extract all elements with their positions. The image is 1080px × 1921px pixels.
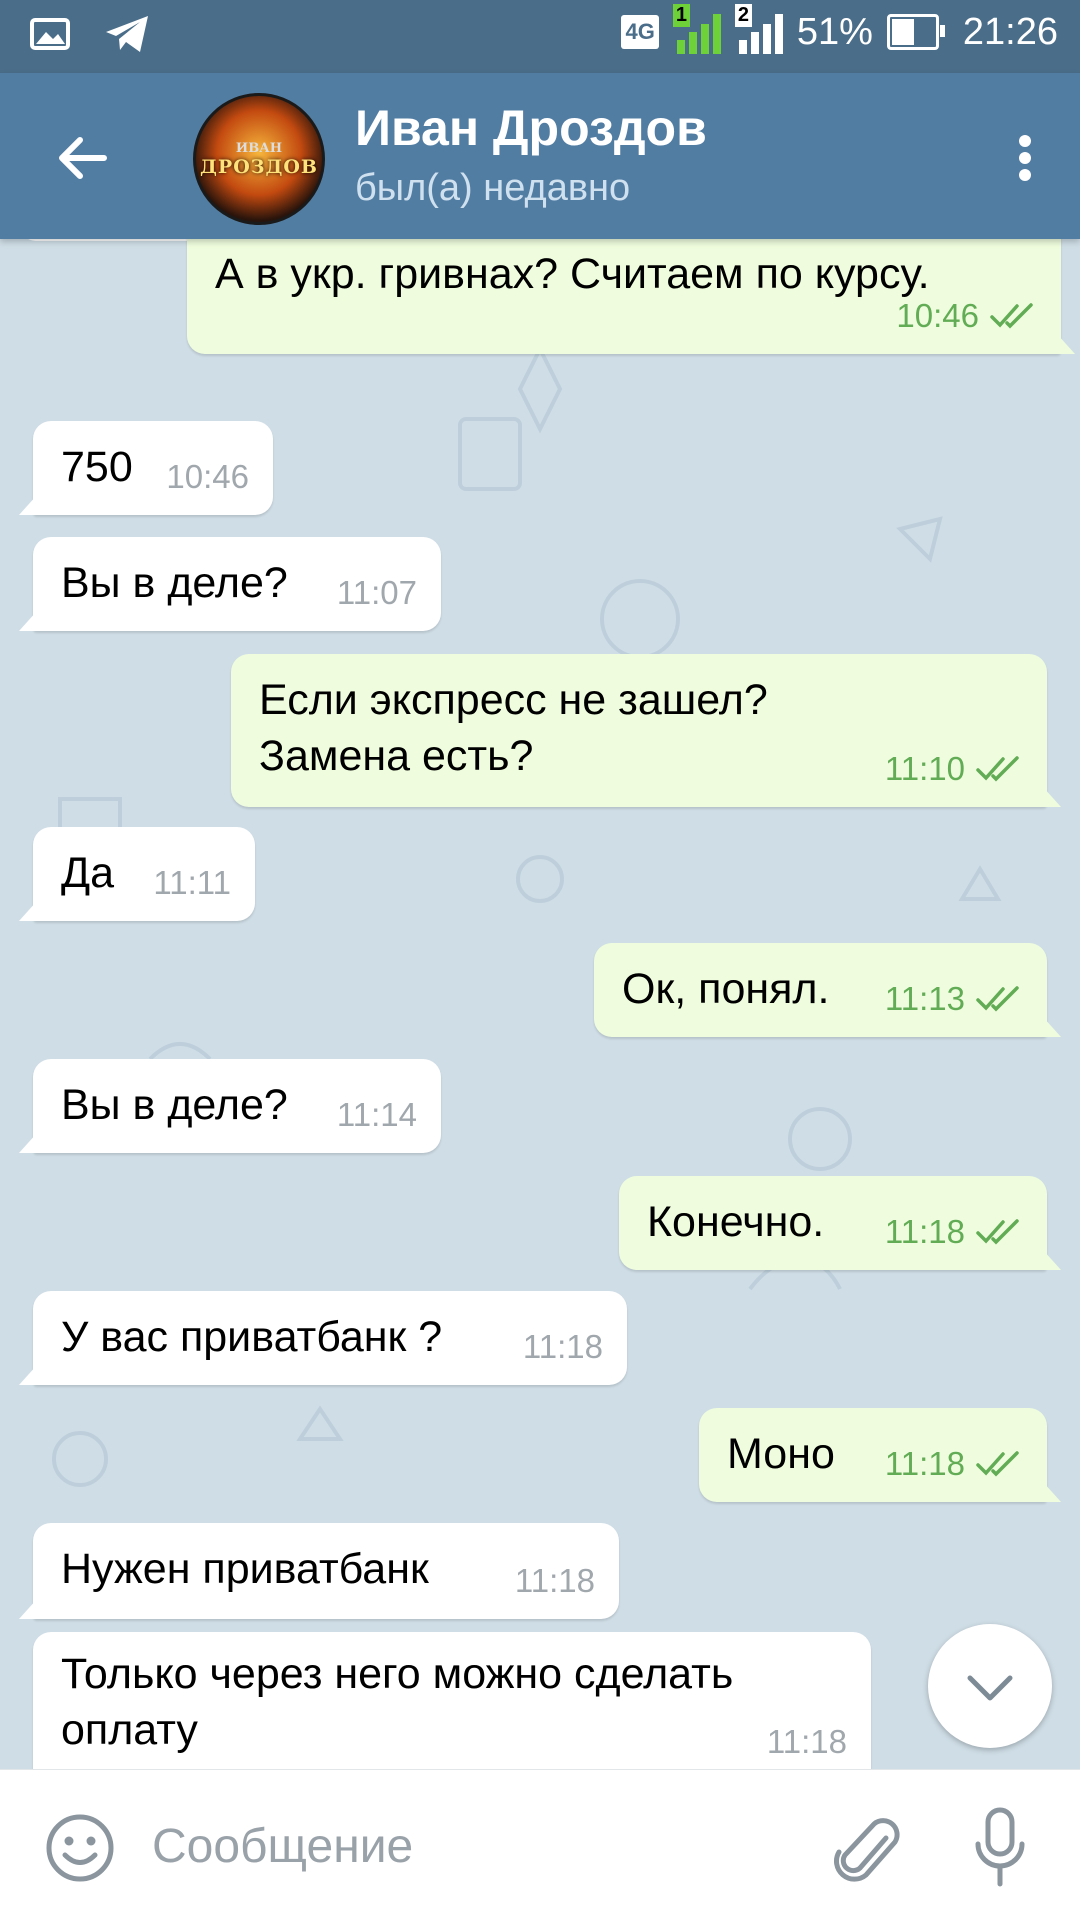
double-check-icon bbox=[976, 1219, 1019, 1245]
battery-icon bbox=[886, 14, 945, 50]
message-time: 11:18 bbox=[884, 1213, 965, 1250]
message-text: Моно bbox=[727, 1430, 835, 1478]
message-text: Нужен приватбанк bbox=[61, 1545, 429, 1593]
message-time: 11:18 bbox=[766, 1723, 847, 1760]
message-time: 10:46 bbox=[896, 297, 979, 334]
telegram-icon bbox=[106, 16, 148, 52]
double-check-icon bbox=[976, 756, 1019, 782]
status-bar: 4G 1 2 51% 21:26 bbox=[0, 0, 1080, 73]
message-text: У вас приватбанк ? bbox=[61, 1313, 443, 1361]
message-time: 11:10 bbox=[884, 750, 965, 787]
message-composer bbox=[0, 1769, 1080, 1921]
message-text: Если экспресс не зашел? Замена есть? bbox=[259, 676, 768, 780]
message-bubble-outgoing[interactable]: Конечно. 11:18 bbox=[619, 1176, 1061, 1270]
message-bubble-incoming[interactable]: Да 11:11 bbox=[19, 827, 255, 921]
message-time: 11:11 bbox=[153, 864, 231, 901]
message-time: 11:13 bbox=[884, 980, 965, 1017]
more-options-button[interactable] bbox=[1010, 123, 1040, 193]
more-vertical-icon bbox=[1019, 135, 1031, 181]
message-text: Ок, понял. bbox=[622, 965, 830, 1013]
message-time: 10:46 bbox=[166, 458, 249, 495]
back-arrow-icon bbox=[59, 137, 107, 179]
double-check-icon bbox=[976, 1451, 1019, 1477]
signal-icon: 1 bbox=[672, 4, 721, 54]
message-text: Только через него можно сделать оплату bbox=[61, 1650, 734, 1754]
avatar[interactable]: ИВАН ДРОЗДОВ bbox=[193, 93, 325, 225]
message-bubble-outgoing[interactable]: А в укр. гривнах? Считаем по курсу. 10:4… bbox=[187, 239, 1075, 354]
message-bubble-incoming[interactable]: Нужен приватбанк 11:18 bbox=[19, 1523, 619, 1619]
double-check-icon bbox=[976, 986, 1019, 1012]
paperclip-icon bbox=[834, 1818, 900, 1882]
message-list[interactable]: А в укр. гривнах? Считаем по курсу. 10:4… bbox=[0, 239, 1080, 1769]
message-bubble-incoming[interactable]: Вы в деле? 11:14 bbox=[19, 1059, 441, 1153]
emoji-button[interactable] bbox=[44, 1812, 116, 1884]
avatar-text-main: ДРОЗДОВ bbox=[200, 155, 318, 178]
attach-button[interactable] bbox=[830, 1810, 902, 1890]
message-time: 11:07 bbox=[336, 574, 417, 611]
message-text: Да bbox=[61, 849, 115, 897]
clock: 21:26 bbox=[962, 10, 1058, 53]
message-input[interactable] bbox=[150, 1800, 794, 1892]
sim2-label: 2 bbox=[734, 4, 752, 27]
message-bubble-outgoing[interactable]: Моно 11:18 bbox=[699, 1408, 1061, 1502]
message-text: Вы в деле? bbox=[61, 1081, 288, 1129]
back-button[interactable] bbox=[48, 123, 118, 193]
contact-status: был(а) недавно bbox=[355, 167, 631, 209]
message-text: 750 bbox=[61, 443, 133, 491]
message-bubble-outgoing[interactable]: Ок, понял. 11:13 bbox=[594, 943, 1061, 1037]
avatar-text-top: ИВАН bbox=[235, 140, 283, 156]
chat-header: ИВАН ДРОЗДОВ Иван Дроздов был(а) недавно bbox=[0, 73, 1080, 239]
message-bubble-incoming[interactable]: У вас приватбанк ? 11:18 bbox=[19, 1291, 627, 1385]
gallery-icon bbox=[30, 18, 70, 50]
message-bubble-incoming[interactable]: Только через него можно сделать оплату 1… bbox=[33, 1632, 871, 1769]
message-bubble-outgoing[interactable]: Если экспресс не зашел? Замена есть? 11:… bbox=[231, 654, 1061, 807]
message-text: А в укр. гривнах? Считаем по курсу. bbox=[215, 250, 930, 298]
chevron-down-icon bbox=[967, 1675, 1013, 1701]
network-type-label: 4G bbox=[621, 15, 659, 49]
emoji-icon bbox=[46, 1814, 114, 1882]
message-text: Конечно. bbox=[647, 1198, 825, 1246]
double-check-icon bbox=[990, 303, 1033, 329]
signal-icon: 2 bbox=[734, 4, 783, 54]
microphone-button[interactable] bbox=[970, 1806, 1030, 1890]
contact-name[interactable]: Иван Дроздов bbox=[355, 99, 707, 157]
message-time: 11:18 bbox=[884, 1445, 965, 1482]
message-time: 11:14 bbox=[336, 1096, 417, 1133]
battery-percent: 51% bbox=[796, 10, 873, 53]
message-time: 11:18 bbox=[514, 1562, 595, 1599]
message-bubble-incoming[interactable]: Вы в деле? 11:07 bbox=[19, 537, 441, 631]
sim1-label: 1 bbox=[672, 4, 690, 27]
message-text: Вы в деле? bbox=[61, 559, 288, 607]
microphone-icon bbox=[975, 1807, 1025, 1887]
message-time: 11:18 bbox=[522, 1328, 603, 1365]
message-bubble-incoming[interactable]: 750 10:46 bbox=[19, 421, 273, 515]
scroll-to-bottom-button[interactable] bbox=[928, 1624, 1052, 1748]
